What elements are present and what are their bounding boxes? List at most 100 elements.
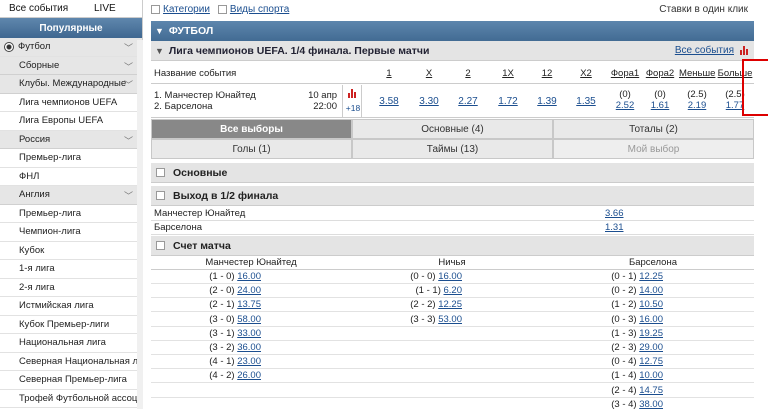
score-cell-away[interactable]: (1 - 2) 10.50 — [553, 299, 663, 310]
score-cell-home[interactable]: (2 - 1) 13.75 — [151, 299, 261, 310]
sport-header[interactable]: ▼ ФУТБОЛ — [151, 21, 754, 41]
popular-header[interactable]: Популярные — [0, 18, 142, 38]
section-score[interactable]: Счет матча — [151, 236, 754, 256]
score-cell-home[interactable]: (4 - 2) 26.00 — [151, 370, 261, 381]
score-cell-home[interactable]: (4 - 1) 23.00 — [151, 356, 261, 367]
score-cell-away[interactable]: (0 - 3) 16.00 — [553, 314, 663, 325]
score-cell-away[interactable]: (2 - 4) 14.75 — [553, 385, 663, 396]
score-odd[interactable]: 26.00 — [237, 370, 261, 381]
league-header[interactable]: ▼ Лига чемпионов UEFA. 1/4 финала. Первы… — [151, 41, 754, 61]
tab-my-choice[interactable]: Мой выбор — [553, 139, 754, 159]
score-cell-home[interactable]: (3 - 2) 36.00 — [151, 342, 261, 353]
score-odd[interactable]: 23.00 — [237, 356, 261, 367]
score-cell-home[interactable]: (3 - 1) 33.00 — [151, 328, 261, 339]
score-cell-away[interactable]: (0 - 2) 14.00 — [553, 285, 663, 296]
sidebar-item[interactable]: Истмийская лига — [0, 297, 142, 316]
score-cell-home[interactable]: (2 - 0) 24.00 — [151, 285, 261, 296]
sidebar-item[interactable]: Кубок Премьер-лиги — [0, 316, 142, 334]
section-checkbox[interactable] — [156, 191, 165, 200]
sidebar-item[interactable]: Премьер-лига — [0, 149, 142, 168]
sidebar-item[interactable]: 2-я лига — [0, 279, 142, 297]
odd-fora2[interactable]: (0) 1.61 — [643, 89, 677, 111]
section-exit[interactable]: Выход в 1/2 финала — [151, 186, 754, 206]
score-odd[interactable]: 12.25 — [438, 299, 462, 310]
col-less[interactable]: Меньше — [679, 68, 715, 79]
score-odd[interactable]: 12.75 — [639, 356, 663, 367]
sidebar-item[interactable]: Чемпион-лига — [0, 223, 142, 242]
market-row-odd[interactable]: 3.66 — [605, 208, 624, 219]
odd-1[interactable]: 3.58 — [372, 96, 406, 107]
score-cell-away[interactable]: (0 - 4) 12.75 — [553, 356, 663, 367]
sidebar-group[interactable]: Россия ﹀ — [0, 130, 142, 149]
section-main[interactable]: Основные — [151, 163, 754, 183]
sports-link[interactable]: Виды спорта — [230, 4, 289, 15]
col-fora2[interactable]: Фора2 — [643, 68, 677, 79]
score-odd[interactable]: 19.25 — [639, 328, 663, 339]
score-cell-draw[interactable]: (1 - 1) 6.20 — [352, 285, 462, 296]
col-1[interactable]: 1 — [374, 68, 404, 79]
event-teams[interactable]: 1. Манчестер Юнайтед 2. Барселона — [154, 90, 256, 112]
score-cell-away[interactable]: (1 - 3) 19.25 — [553, 328, 663, 339]
odd-fora1[interactable]: (0) 2.52 — [608, 89, 642, 111]
score-odd[interactable]: 36.00 — [237, 342, 261, 353]
sidebar-item[interactable]: Лига Европы UEFA — [0, 112, 142, 131]
sidebar-sport-football[interactable]: Футбол ﹀ — [0, 38, 142, 57]
odd-1x[interactable]: 1.72 — [491, 96, 525, 107]
score-odd[interactable]: 14.00 — [639, 285, 663, 296]
sidebar-item[interactable]: Национальная лига — [0, 334, 142, 353]
score-odd[interactable]: 58.00 — [237, 314, 261, 325]
score-cell-away[interactable]: (3 - 4) 38.00 — [553, 399, 663, 409]
score-cell-draw[interactable]: (0 - 0) 16.00 — [352, 271, 462, 282]
score-cell-home[interactable]: (3 - 0) 58.00 — [151, 314, 261, 325]
score-odd[interactable]: 6.20 — [444, 285, 463, 296]
sidebar-item[interactable]: Лига чемпионов UEFA — [0, 94, 142, 112]
section-checkbox[interactable] — [156, 241, 165, 250]
odd-2[interactable]: 2.27 — [451, 96, 485, 107]
all-events-link[interactable]: Все события — [675, 45, 734, 56]
col-12[interactable]: 12 — [532, 68, 562, 79]
tab-goals[interactable]: Голы (1) — [151, 139, 352, 159]
tab-halves[interactable]: Таймы (13) — [352, 139, 553, 159]
odd-12[interactable]: 1.39 — [530, 96, 564, 107]
sidebar-group[interactable]: Клубы. Международные ﹀ — [0, 75, 142, 94]
tab-totals[interactable]: Тоталы (2) — [553, 119, 754, 139]
sports-checkbox[interactable] — [217, 4, 227, 14]
score-cell-draw[interactable]: (3 - 3) 53.00 — [352, 314, 462, 325]
sidebar-item[interactable]: Трофей Футбольной ассоц... — [0, 390, 142, 408]
stats-icon[interactable] — [348, 89, 356, 98]
score-odd[interactable]: 13.75 — [237, 299, 261, 310]
tab-all-choices[interactable]: Все выборы — [151, 119, 352, 139]
score-odd[interactable]: 29.00 — [639, 342, 663, 353]
categories-link[interactable]: Категории — [163, 4, 210, 15]
col-x2[interactable]: X2 — [571, 68, 601, 79]
score-odd[interactable]: 53.00 — [438, 314, 462, 325]
tab-main[interactable]: Основные (4) — [352, 119, 553, 139]
odd-x2[interactable]: 1.35 — [569, 96, 603, 107]
score-odd[interactable]: 16.00 — [237, 271, 261, 282]
more-markets-link[interactable]: +18 — [343, 103, 363, 113]
score-odd[interactable]: 38.00 — [639, 399, 663, 409]
score-odd[interactable]: 14.75 — [639, 385, 663, 396]
categories-checkbox[interactable] — [151, 4, 160, 14]
col-x[interactable]: X — [414, 68, 444, 79]
score-odd[interactable]: 10.00 — [639, 370, 663, 381]
odd-x[interactable]: 3.30 — [412, 96, 446, 107]
col-1x[interactable]: 1X — [493, 68, 523, 79]
sidebar-item[interactable]: Северная Национальная л... — [0, 353, 142, 371]
less-value[interactable]: 2.19 — [680, 100, 714, 111]
score-odd[interactable]: 33.00 — [237, 328, 261, 339]
sidebar-item[interactable]: Кубок — [0, 242, 142, 260]
sidebar-group[interactable]: Сборные ﹀ — [0, 56, 142, 75]
sidebar-item[interactable]: 1-я лига — [0, 260, 142, 279]
col-2[interactable]: 2 — [453, 68, 483, 79]
tab-all-events[interactable]: Все события — [0, 3, 82, 14]
sidebar-item[interactable]: Премьер-лига — [0, 205, 142, 223]
section-checkbox[interactable] — [156, 168, 165, 177]
score-cell-away[interactable]: (1 - 4) 10.00 — [553, 370, 663, 381]
col-fora1[interactable]: Фора1 — [608, 68, 642, 79]
one-click-label[interactable]: Ставки в один клик — [659, 4, 748, 15]
score-cell-home[interactable]: (1 - 0) 16.00 — [151, 271, 261, 282]
odd-less[interactable]: (2.5) 2.19 — [680, 89, 714, 111]
score-odd[interactable]: 24.00 — [237, 285, 261, 296]
score-cell-draw[interactable]: (2 - 2) 12.25 — [352, 299, 462, 310]
